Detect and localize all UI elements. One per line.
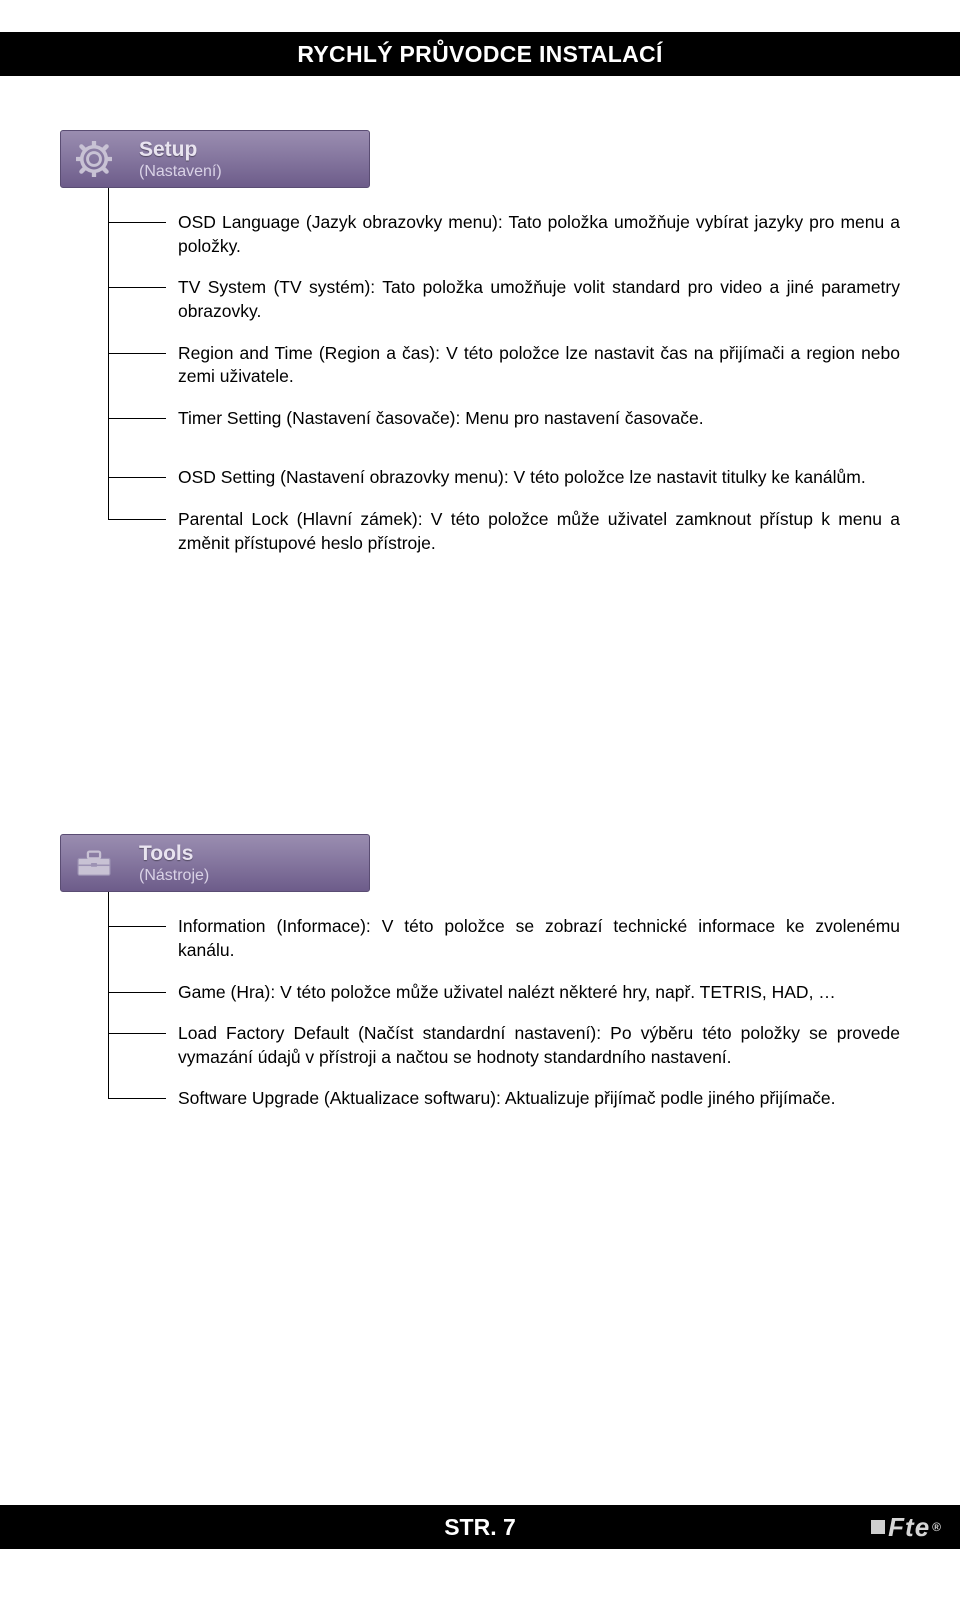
toolbox-icon (73, 842, 115, 884)
tree-item: OSD Language (Jazyk obrazovky menu): Tat… (60, 202, 900, 267)
tree-item: TV System (TV systém): Tato položka umož… (60, 267, 900, 332)
tree-item: Parental Lock (Hlavní zámek): V této pol… (60, 499, 900, 564)
tree-tools: Information (Informace): V této položce … (60, 892, 900, 1120)
section-header-tools: Tools (Nástroje) (60, 834, 370, 892)
page-title: RYCHLÝ PRŮVODCE INSTALACÍ (297, 41, 662, 68)
gear-icon (73, 138, 115, 180)
tree-item: Software Upgrade (Aktualizace softwaru):… (60, 1078, 900, 1120)
page-number: STR. 7 (444, 1514, 516, 1541)
header-bar: RYCHLÝ PRŮVODCE INSTALACÍ (0, 32, 960, 76)
section-subtitle: (Nástroje) (139, 867, 209, 885)
footer-bar: STR. 7 (0, 1505, 960, 1549)
tree-item: OSD Setting (Nastavení obrazovky menu): … (60, 457, 900, 499)
tree-setup: OSD Language (Jazyk obrazovky menu): Tat… (60, 188, 900, 564)
group-gap (60, 439, 900, 457)
tree-item: Timer Setting (Nastavení časovače): Menu… (60, 398, 900, 440)
section-header-setup: Setup (Nastavení) (60, 130, 370, 188)
logo-right: Fte® (871, 1507, 942, 1547)
section-title: Setup (139, 138, 197, 161)
tree-item: Region and Time (Region a čas): V této p… (60, 333, 900, 398)
tree-item: Load Factory Default (Načíst standardní … (60, 1013, 900, 1078)
tree-item: Game (Hra): V této položce může uživatel… (60, 972, 900, 1014)
section-subtitle: (Nastavení) (139, 163, 222, 181)
content-area: Setup (Nastavení) OSD Language (Jazyk ob… (60, 130, 900, 1120)
tree-item: Information (Informace): V této položce … (60, 906, 900, 971)
section-title: Tools (139, 842, 193, 865)
